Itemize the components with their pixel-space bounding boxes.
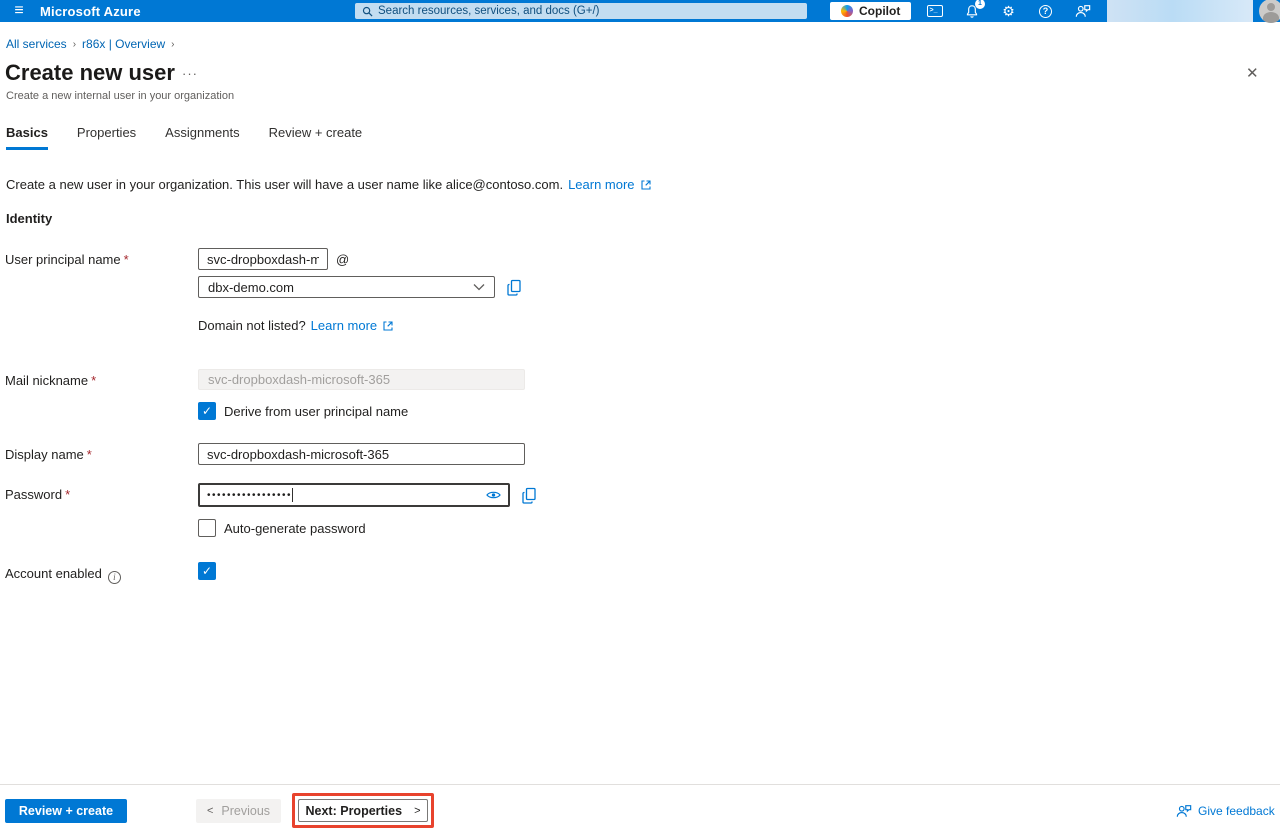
checkmark-icon: ✓ [202,404,212,418]
external-link-icon [383,321,393,331]
red-annotation-box: Next: Properties > [292,793,434,828]
domain-help-row: Domain not listed? Learn more [198,318,522,333]
row-mail-nickname: Mail nickname* svc-dropboxdash-microsoft… [5,369,705,420]
breadcrumb: All services › r86x | Overview › [6,37,175,51]
copy-password-icon[interactable] [521,487,537,504]
azure-brand-title[interactable]: Microsoft Azure [40,4,141,19]
row-password: Password* ••••••••••••••••• [5,483,705,537]
display-name-label: Display name [5,447,84,462]
copilot-label: Copilot [859,4,900,18]
text-caret [292,488,293,502]
intro-text: Create a new user in your organization. … [6,177,563,192]
row-display-name: Display name* [5,443,705,465]
page-title: Create new user [5,60,175,86]
required-asterisk: * [87,447,92,462]
upn-input[interactable] [198,248,328,270]
wizard-footer: Review + create < Previous Next: Propert… [0,796,1280,828]
search-input[interactable] [378,5,800,17]
at-sign: @ [336,248,349,270]
row-account-enabled: Account enabled i ✓ [5,562,705,584]
search-icon [362,6,373,17]
checkmark-icon: ✓ [202,564,212,578]
row-user-principal-name: User principal name* @ dbx-demo.com [5,248,705,333]
required-asterisk: * [124,252,129,267]
chevron-left-icon: < [207,805,213,817]
tab-basics[interactable]: Basics [6,125,48,150]
required-asterisk: * [65,487,70,502]
derive-from-upn-checkbox-row[interactable]: ✓ Derive from user principal name [198,402,525,420]
upn-label: User principal name [5,252,121,267]
breadcrumb-separator: › [73,39,76,50]
close-icon[interactable]: ✕ [1246,64,1259,82]
mail-nickname-label: Mail nickname [5,373,88,388]
intro-learn-more-link[interactable]: Learn more [568,177,634,192]
review-create-button[interactable]: Review + create [5,799,127,823]
more-actions-icon[interactable]: ··· [182,66,198,81]
next-properties-button[interactable]: Next: Properties > [298,799,428,822]
cloud-shell-icon[interactable]: >_ [926,3,943,20]
domain-dropdown-value: dbx-demo.com [208,280,294,295]
derive-from-upn-label: Derive from user principal name [224,404,408,419]
account-info-redacted [1107,0,1253,22]
account-avatar[interactable] [1259,0,1280,23]
chevron-down-icon [473,283,485,291]
copilot-icon [841,5,853,17]
mail-nickname-input: svc-dropboxdash-microsoft-365 [198,369,525,390]
notification-count-badge: 1 [975,0,985,9]
auto-generate-password-checkbox[interactable] [198,519,216,537]
give-feedback-link[interactable]: Give feedback [1176,804,1275,818]
notifications-bell-icon[interactable]: 1 [963,3,980,20]
copilot-button[interactable]: Copilot [830,2,911,20]
chevron-right-icon: > [414,805,420,817]
show-password-eye-icon[interactable] [486,490,501,500]
password-masked-value: ••••••••••••••••• [207,490,292,501]
breadcrumb-separator: › [171,39,174,50]
tab-assignments[interactable]: Assignments [165,125,239,150]
copy-domain-icon[interactable] [506,279,522,296]
tab-properties[interactable]: Properties [77,125,136,150]
password-label: Password [5,487,62,502]
previous-button[interactable]: < Previous [196,799,281,823]
global-search[interactable] [355,3,807,19]
domain-learn-more-link[interactable]: Learn more [311,318,377,333]
settings-gear-icon[interactable]: ⚙ [1000,3,1017,20]
footer-divider [0,784,1280,785]
domain-not-listed-text: Domain not listed? [198,318,306,333]
feedback-icon[interactable] [1074,3,1091,20]
auto-generate-password-label: Auto-generate password [224,521,366,536]
display-name-input[interactable] [198,443,525,465]
derive-from-upn-checkbox[interactable]: ✓ [198,402,216,420]
page-subtitle: Create a new internal user in your organ… [6,90,234,102]
required-asterisk: * [91,373,96,388]
azure-top-bar: ≡ Microsoft Azure Copilot >_ 1 ⚙ ? [0,0,1280,22]
auto-generate-password-checkbox-row[interactable]: Auto-generate password [198,519,537,537]
domain-dropdown[interactable]: dbx-demo.com [198,276,495,298]
account-enabled-label: Account enabled [5,566,102,581]
help-icon[interactable]: ? [1037,3,1054,20]
hamburger-menu-icon[interactable]: ≡ [8,0,30,22]
breadcrumb-all-services[interactable]: All services [6,37,67,51]
basics-form: User principal name* @ dbx-demo.com [5,248,705,584]
wizard-tabs: Basics Properties Assignments Review + c… [6,125,362,150]
account-enabled-checkbox[interactable]: ✓ [198,562,216,580]
identity-section-title: Identity [6,211,52,226]
password-input[interactable]: ••••••••••••••••• [198,483,510,507]
external-link-icon [641,180,651,190]
feedback-icon [1176,804,1192,818]
topbar-icon-group: >_ 1 ⚙ ? [926,0,1091,22]
intro-text-row: Create a new user in your organization. … [6,177,651,192]
tab-review-create[interactable]: Review + create [269,125,363,150]
breadcrumb-r86x-overview[interactable]: r86x | Overview [82,37,165,51]
info-icon[interactable]: i [108,571,121,584]
